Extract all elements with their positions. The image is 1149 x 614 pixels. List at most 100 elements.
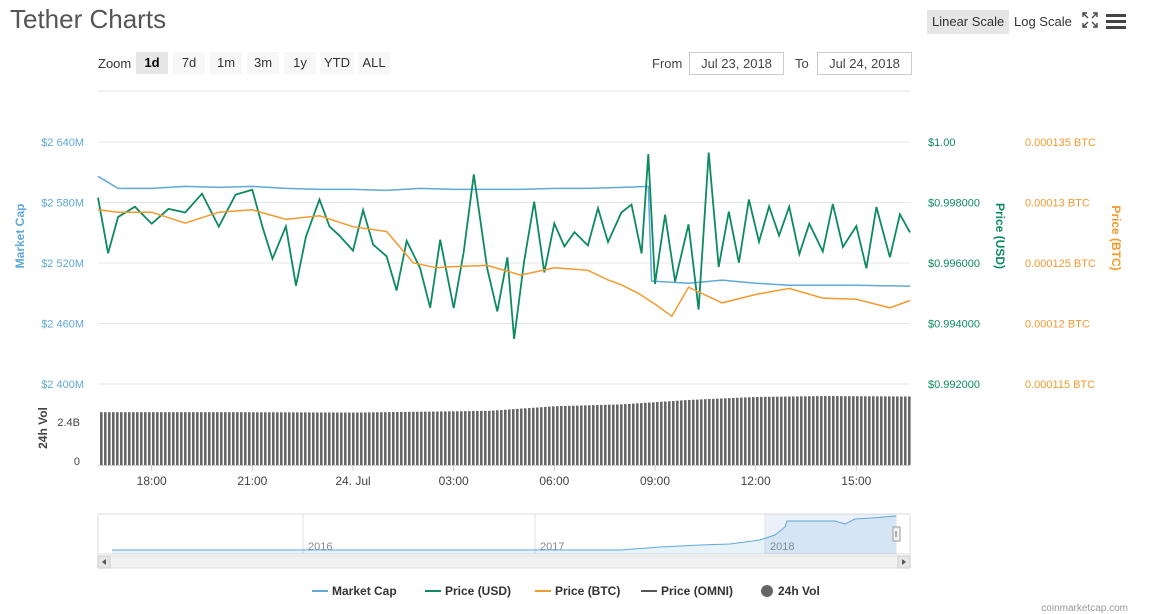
vol-bar [468, 411, 471, 465]
price-btc-tick-label: 0.000135 BTC [1025, 137, 1096, 149]
x-tick-label: 24. Jul [335, 474, 370, 488]
vol-bar [580, 405, 583, 465]
vol-bar [248, 412, 251, 465]
legend-symbol [761, 585, 773, 597]
vol-bar [800, 396, 803, 465]
vol-bar [124, 412, 127, 465]
vol-bar [728, 398, 731, 465]
vol-bar [684, 400, 687, 465]
vol-bar [784, 396, 787, 465]
vol-bar [204, 412, 207, 465]
vol-bar [528, 408, 531, 465]
vol-bar [268, 412, 271, 465]
vol-bar [704, 399, 707, 465]
vol-bar [316, 412, 319, 465]
vol-bar [424, 411, 427, 465]
vol-bar [380, 412, 383, 465]
vol-bar [832, 396, 835, 465]
vol-bar [788, 396, 791, 465]
vol-bar [464, 411, 467, 465]
vol-bar [812, 396, 815, 465]
vol-bar [108, 412, 111, 465]
chart-area: $2 640M $2 580M $2 520M $2 460M $2 400M $1.00… [13, 90, 1123, 598]
vol-bar [452, 411, 455, 465]
vol-bar [228, 412, 231, 465]
price-usd-tick-label: $0.998000 [928, 198, 980, 210]
x-tick-label: 03:00 [439, 474, 469, 488]
vol-bar [216, 412, 219, 465]
vol-bar [872, 396, 875, 465]
x-tick-label: 21:00 [237, 474, 267, 488]
vol-bar [780, 396, 783, 465]
vol-bar [876, 396, 879, 465]
vol-bar [556, 406, 559, 465]
vol-bar [664, 401, 667, 465]
vol-bar [508, 409, 511, 465]
vol-bar [488, 410, 491, 465]
vol-bar [200, 412, 203, 465]
vol-bar [480, 410, 483, 465]
vol-bar [592, 405, 595, 465]
vol-bar [584, 405, 587, 465]
vol-bar [444, 411, 447, 465]
market-cap-axis-title: Market Cap [13, 204, 27, 269]
x-tick-label: 06:00 [539, 474, 569, 488]
vol-bar [144, 412, 147, 465]
vol-bar [512, 409, 515, 465]
vol-bar [292, 412, 295, 465]
vol-bar [304, 412, 307, 465]
vol-bar [116, 412, 119, 465]
vol-bar [136, 412, 139, 465]
vol-bar [636, 403, 639, 465]
vol-bar [112, 412, 115, 465]
vol-bar [132, 412, 135, 465]
vol-bar [544, 406, 547, 465]
vol-bar [164, 412, 167, 465]
vol-bar [384, 412, 387, 465]
price-usd-tick-label: $1.00 [928, 137, 956, 149]
vol-bar [620, 404, 623, 465]
vol-bar [676, 400, 679, 465]
vol-bar [212, 412, 215, 465]
vol-bar [244, 412, 247, 465]
vol-bar [880, 396, 883, 465]
x-tick-label: 18:00 [137, 474, 167, 488]
legend-item: Market Cap [332, 584, 397, 598]
vol-bar [668, 401, 671, 465]
market-cap-tick-label: $2 400M [41, 379, 84, 391]
vol-bar [576, 405, 579, 465]
vol-bar [192, 412, 195, 465]
vol-bar [644, 402, 647, 465]
vol-bar [624, 404, 627, 465]
vol-bar [356, 412, 359, 465]
vol-bar [720, 398, 723, 465]
vol-bar [448, 411, 451, 465]
market-cap-tick-label: $2 580M [41, 198, 84, 210]
vol-bar [272, 412, 275, 465]
vol-bar [176, 412, 179, 465]
vol-bar [500, 409, 503, 465]
vol-bar [260, 412, 263, 465]
vol-bar [744, 397, 747, 465]
market-cap-tick-label: $2 640M [41, 137, 84, 149]
credit-text[interactable]: coinmarketcap.com [1041, 603, 1128, 614]
vol-bar [748, 397, 751, 465]
vol-bar [840, 396, 843, 465]
vol-bar [184, 412, 187, 465]
vol-bar [732, 397, 735, 465]
vol-bar [612, 404, 615, 465]
vol-bar [252, 412, 255, 465]
vol-bar [752, 397, 755, 465]
x-tick-label: 15:00 [841, 474, 871, 488]
price-btc-tick-label: 0.00013 BTC [1025, 198, 1090, 210]
price-usd-tick-label: $0.992000 [928, 379, 980, 391]
vol-bar [296, 412, 299, 465]
vol-bar [864, 396, 867, 465]
vol-tick-label: 0 [74, 456, 80, 468]
vol-bar [808, 396, 811, 465]
vol-bar [768, 396, 771, 465]
vol-bar [724, 398, 727, 465]
vol-bar [892, 396, 895, 465]
vol-bar [816, 396, 819, 465]
vol-bar [804, 396, 807, 465]
